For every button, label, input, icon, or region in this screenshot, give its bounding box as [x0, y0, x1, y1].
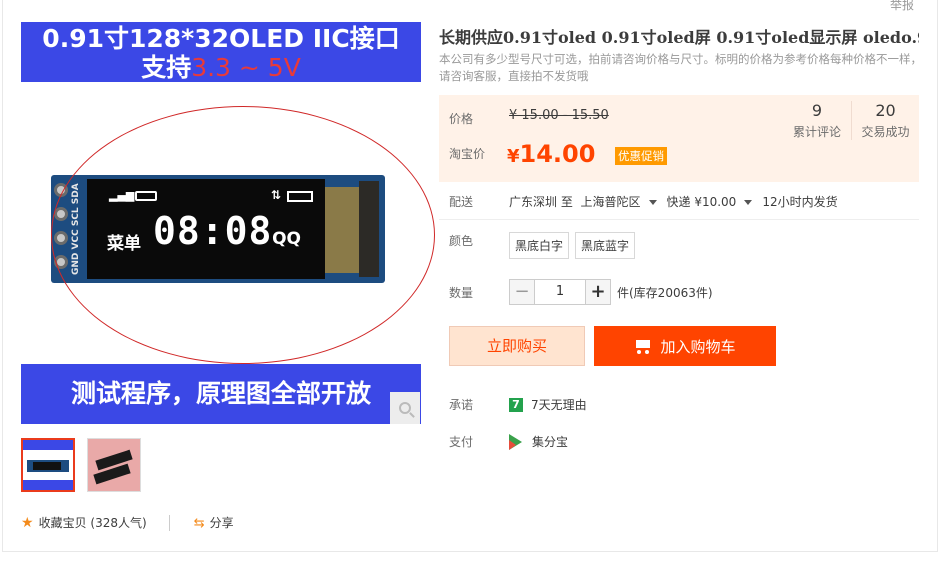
quantity-label: 数量 [449, 285, 474, 300]
item-actions: ★ 收藏宝贝 (328人气) ⇆ 分享 [21, 514, 234, 531]
add-to-cart-label: 加入购物车 [660, 337, 736, 356]
ship-method-selector[interactable]: 快递 ¥10.00 [667, 193, 763, 210]
shipping-label: 配送 [449, 195, 474, 209]
chevron-down-icon [744, 200, 753, 205]
price-value: 14.00 [519, 140, 596, 168]
color-option-blue[interactable]: 黑底蓝字 [575, 232, 636, 259]
divider [168, 514, 170, 531]
price-label: 价格 [449, 112, 474, 126]
seven-day-return-icon: 7 [509, 397, 523, 412]
cart-icon [634, 339, 652, 354]
thumbnail-list [21, 438, 141, 492]
promo-badge[interactable]: 优惠促销 [615, 147, 667, 165]
image-banner-bottom: 测试程序，原理图全部开放 [21, 364, 421, 424]
payment-text[interactable]: 集分宝 [532, 433, 568, 450]
original-price: ¥ 15.00 - 15.50 [509, 108, 609, 123]
add-to-cart-button[interactable]: 加入购物车 [594, 326, 776, 366]
quantity-input[interactable]: 1 [535, 279, 585, 305]
banner-top-line1: 0.91寸128*32OLED IIC接口 [42, 24, 400, 53]
favorite-count: (328人气) [90, 516, 147, 530]
jifenbao-icon [509, 433, 522, 450]
current-price: ¥14.00 [507, 140, 595, 168]
payment-label: 支付 [449, 435, 474, 449]
deal-stats: 9 累计评论 20 交易成功 [783, 101, 919, 140]
reviews-count: 9 [811, 101, 823, 120]
shipping-row: 配送 广东深圳 至 上海普陀区 快递 ¥10.00 12小时内发货 [449, 193, 838, 210]
banner-support-text: 支持 [141, 53, 192, 82]
reviews-label: 累计评论 [792, 125, 841, 139]
ship-to-selector[interactable]: 上海普陀区 [581, 193, 667, 210]
quantity-row: 数量 − 1 + 件(库存20063件) [449, 279, 713, 305]
section-divider [439, 219, 919, 220]
thumbnail-2[interactable] [87, 438, 141, 492]
buy-now-button[interactable]: 立即购买 [449, 326, 585, 366]
chevron-down-icon [648, 200, 657, 205]
ship-to: 上海普陀区 [580, 195, 641, 209]
sales-count: 20 [875, 101, 896, 120]
report-link[interactable]: 举报 [890, 0, 914, 13]
share-label: 分享 [209, 516, 234, 530]
main-product-image[interactable]: 0.91寸128*32OLED IIC接口 支持3.3 ~ 5V GND VCC… [21, 22, 435, 424]
taobao-price-label: 淘宝价 [449, 147, 486, 161]
currency-symbol: ¥ [507, 146, 520, 167]
promise-text[interactable]: 7天无理由 [531, 396, 587, 413]
ship-to-word: 至 [560, 195, 573, 209]
thumbnail-1[interactable] [21, 438, 75, 492]
quantity-decrease-button[interactable]: − [509, 279, 535, 305]
product-title: 长期供应0.91寸oled 0.91寸oled屏 0.91寸oled显示屏 ol… [439, 28, 919, 47]
zoom-button[interactable] [390, 392, 420, 424]
price-box: 价格 ¥ 15.00 - 15.50 淘宝价 ¥14.00 优惠促销 9 累计评… [439, 95, 919, 182]
highlight-oval [51, 106, 435, 364]
color-label: 颜色 [449, 234, 474, 248]
reviews-stat[interactable]: 9 累计评论 [783, 101, 851, 140]
promise-row: 承诺 7 7天无理由 [449, 396, 587, 413]
favorite-label: 收藏宝贝 [38, 516, 87, 530]
ship-method: 快递 ¥10.00 [666, 195, 737, 209]
payment-row: 支付 集分宝 [449, 433, 568, 450]
stock-info: 件(库存20063件) [617, 285, 713, 300]
favorite-button[interactable]: ★ 收藏宝贝 (328人气) [21, 514, 147, 531]
ship-from: 广东深圳 [509, 195, 558, 209]
banner-voltage-text: 3.3 ~ 5V [191, 53, 301, 82]
share-icon: ⇆ [193, 516, 205, 531]
promise-label: 承诺 [449, 398, 474, 412]
sales-stat: 20 交易成功 [851, 101, 919, 140]
quantity-stepper: − 1 + [509, 279, 611, 305]
share-button[interactable]: ⇆ 分享 [194, 514, 234, 531]
color-row: 颜色 黑底白字 黑底蓝字 [449, 232, 641, 259]
sales-label: 交易成功 [861, 125, 910, 139]
star-icon: ★ [21, 515, 34, 531]
quantity-increase-button[interactable]: + [585, 279, 611, 305]
product-subtitle: 本公司有多少型号尺寸可选，拍前请咨询价格与尺寸。标明的价格为参考价格每种价格不一… [439, 52, 922, 83]
dispatch-time: 12小时内发货 [762, 195, 838, 209]
magnifier-icon [399, 402, 411, 414]
banner-top-line2: 支持3.3 ~ 5V [21, 55, 421, 81]
color-option-white[interactable]: 黑底白字 [509, 232, 570, 259]
image-banner-top: 0.91寸128*32OLED IIC接口 支持3.3 ~ 5V [21, 22, 421, 82]
oled-module-photo: GND VCC SCL SDA ▂▄▆ ⇅ 菜单 08:08 QQ [21, 82, 435, 364]
